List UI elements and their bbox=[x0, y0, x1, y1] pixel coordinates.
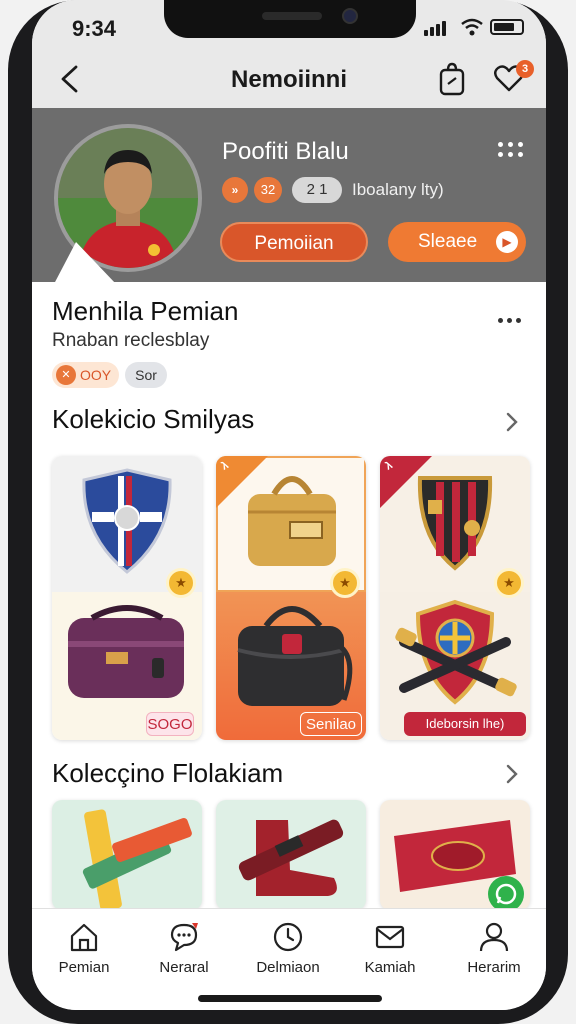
boots-icon bbox=[238, 819, 344, 896]
collection-card-3[interactable]: λ ★ Ideborsin lhe) bbox=[380, 456, 530, 740]
more-options-icon[interactable] bbox=[498, 142, 524, 160]
chat-bubble-icon bbox=[495, 883, 517, 905]
tab-chat-label: Neraral bbox=[159, 959, 209, 976]
app-screen: 9:34 Nemoiinni 3 Poofiti Blalu » 32 2 1 … bbox=[32, 0, 546, 1010]
bottom-tab-bar: Pemian Neraral Delmiaon Kamiah Herarim bbox=[32, 908, 546, 1010]
collection-card-5[interactable] bbox=[216, 800, 366, 910]
chevron-right-icon[interactable] bbox=[502, 410, 522, 434]
profile-name: Poofiti Blalu bbox=[222, 138, 349, 165]
battery-icon bbox=[490, 19, 524, 35]
home-indicator bbox=[198, 995, 382, 1002]
status-time: 9:34 bbox=[72, 16, 117, 41]
collection-card-2[interactable]: λ ★ Senilao bbox=[216, 456, 366, 740]
collection-card-1[interactable]: ★ SOGO bbox=[52, 456, 202, 740]
player-title: Menhila Pemian bbox=[52, 296, 239, 326]
tag-orange-label: OOY bbox=[80, 367, 112, 383]
wishlist-count-badge: 3 bbox=[516, 60, 534, 78]
notch bbox=[164, 0, 416, 38]
player-subtitle: Rnaban reclesblay bbox=[52, 330, 210, 351]
tab-messages[interactable]: Kamiah bbox=[342, 921, 438, 976]
stat-value-b: 2 1 bbox=[292, 177, 342, 203]
nav-bar: Nemoiinni 3 bbox=[32, 52, 546, 108]
player-tags: ✕ OOY Sor bbox=[52, 362, 167, 388]
chat-bubble-icon bbox=[170, 923, 198, 952]
play-icon: ▶ bbox=[496, 231, 518, 253]
mail-icon bbox=[375, 925, 405, 949]
tag-orange[interactable]: ✕ OOY bbox=[52, 362, 120, 388]
card-1-star-badge: ★ bbox=[166, 568, 196, 598]
rank-icon: » bbox=[222, 177, 248, 203]
status-bar: 9:34 bbox=[32, 0, 546, 52]
chevron-right-icon[interactable] bbox=[502, 762, 522, 786]
tab-home[interactable]: Pemian bbox=[36, 921, 132, 976]
signal-icon bbox=[424, 20, 446, 36]
wishlist-button[interactable]: 3 bbox=[494, 60, 534, 96]
card-1-price: SOGO bbox=[146, 712, 194, 736]
clock-icon bbox=[273, 922, 303, 952]
tab-profile[interactable]: Herarim bbox=[446, 921, 542, 976]
stat-description: Iboalany lty) bbox=[352, 180, 444, 199]
collection-card-6[interactable] bbox=[380, 800, 530, 910]
scarf-rolls-icon bbox=[82, 809, 192, 910]
share-icon[interactable] bbox=[438, 62, 466, 96]
section-title-collection-a: Kolekicio Smilyas bbox=[52, 404, 255, 434]
notch-speaker bbox=[262, 12, 322, 20]
whatsapp-icon[interactable] bbox=[488, 876, 524, 910]
primary-action-button[interactable]: Pemoiian bbox=[220, 222, 368, 262]
section-title-collection-b: Kolecçino Flolakiam bbox=[52, 758, 284, 788]
home-icon bbox=[70, 923, 98, 952]
tab-history[interactable]: Delmiaon bbox=[240, 921, 336, 976]
wifi-icon bbox=[461, 18, 483, 36]
x-icon: ✕ bbox=[56, 365, 76, 385]
tab-chat[interactable]: Neraral bbox=[136, 921, 232, 976]
tag-grey[interactable]: Sor bbox=[125, 362, 167, 388]
page-title: Nemoiinni bbox=[230, 66, 347, 93]
tab-history-label: Delmiaon bbox=[256, 959, 320, 976]
stat-value-a: 32 bbox=[254, 177, 282, 203]
collection-card-4[interactable] bbox=[52, 800, 202, 910]
tab-home-label: Pemian bbox=[58, 959, 110, 976]
card-3-price: Ideborsin lhe) bbox=[404, 712, 526, 736]
secondary-action-button[interactable]: Sleaee ▶ bbox=[388, 222, 526, 262]
tab-profile-label: Herarim bbox=[467, 959, 521, 976]
card-2-price: Senilao bbox=[300, 712, 362, 736]
card-3-star-badge: ★ bbox=[494, 568, 524, 598]
profile-stats: » 32 2 1 Iboalany lty) bbox=[222, 176, 444, 204]
person-icon bbox=[479, 922, 509, 952]
front-camera bbox=[342, 8, 358, 24]
player-more-icon[interactable] bbox=[498, 316, 522, 326]
card-2-star-badge: ★ bbox=[330, 568, 360, 598]
tab-messages-label: Kamiah bbox=[364, 959, 416, 976]
profile-header: Poofiti Blalu » 32 2 1 Iboalany lty) Pem… bbox=[32, 108, 546, 284]
secondary-action-label: Sleaee bbox=[418, 231, 478, 252]
avatar-tail bbox=[54, 242, 116, 284]
